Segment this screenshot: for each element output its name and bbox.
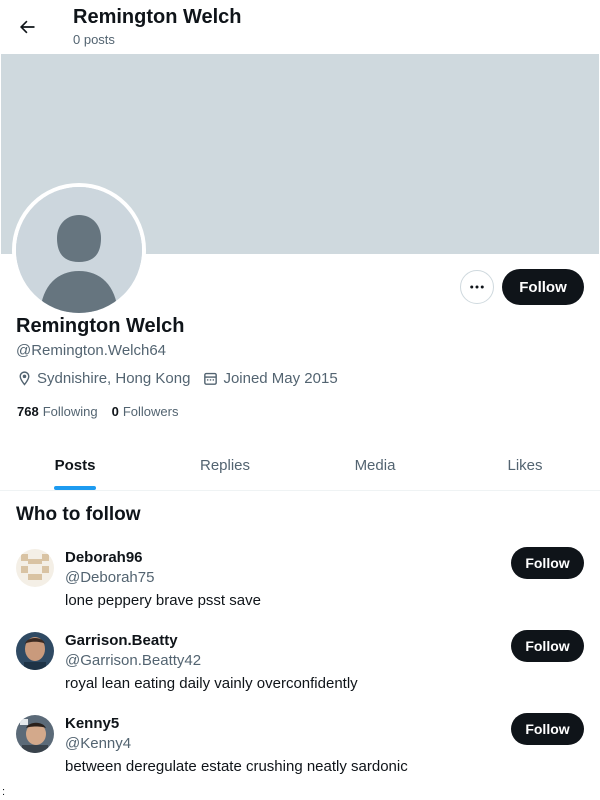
followers-count: 0 <box>111 404 119 419</box>
suggestion-name[interactable]: Deborah96 <box>65 549 143 566</box>
follow-button[interactable]: Follow <box>511 630 584 662</box>
tab-label: Posts <box>54 456 96 474</box>
following-link[interactable]: 768 Following <box>17 404 98 419</box>
following-count: 768 <box>17 404 39 419</box>
suggestion-name[interactable]: Kenny5 <box>65 715 119 732</box>
suggestion-handle: @Deborah75 <box>65 569 155 586</box>
calendar-icon <box>204 372 218 385</box>
header-title: Remington Welch <box>73 6 242 28</box>
list-item[interactable]: Deborah96 @Deborah75 lone peppery brave … <box>0 547 600 632</box>
header-post-count: 0 posts <box>73 32 115 47</box>
tab-media[interactable]: Media <box>300 440 450 490</box>
tab-label: Likes <box>507 456 543 474</box>
tab-posts[interactable]: Posts <box>0 440 150 490</box>
active-tab-indicator <box>54 486 96 490</box>
profile-stats: 768 Following 0 Followers <box>17 404 192 419</box>
followers-label: Followers <box>122 404 179 419</box>
profile-avatar[interactable] <box>12 183 146 317</box>
follow-button[interactable]: Follow <box>511 547 584 579</box>
profile-tabs: Posts Replies Media Likes <box>0 440 600 491</box>
profile-name: Remington Welch <box>16 315 185 337</box>
suggestion-handle: @Kenny4 <box>65 735 132 752</box>
avatar[interactable] <box>16 549 54 587</box>
list-item[interactable]: Garrison.Beatty @Garrison.Beatty42 royal… <box>0 630 600 715</box>
tab-likes[interactable]: Likes <box>450 440 600 490</box>
profile-meta: Sydnishire, Hong Kong Joined May 2015 <box>16 370 350 387</box>
top-header: Remington Welch 0 posts <box>0 0 600 54</box>
suggestion-name[interactable]: Garrison.Beatty <box>65 632 178 649</box>
suggestion-handle: @Garrison.Beatty42 <box>65 652 202 669</box>
profile-handle: @Remington.Welch64 <box>16 342 167 359</box>
stray-text-mark: : <box>2 786 6 798</box>
more-options-button[interactable] <box>460 270 494 304</box>
suggestion-bio: royal lean eating daily vainly overconfi… <box>65 675 358 692</box>
more-horizontal-icon <box>470 285 484 289</box>
suggestion-bio: between deregulate estate crushing neatl… <box>65 758 408 775</box>
location-item: Sydnishire, Hong Kong <box>16 370 190 387</box>
follow-button[interactable]: Follow <box>502 269 584 305</box>
location-text: Sydnishire, Hong Kong <box>37 370 191 387</box>
follow-button[interactable]: Follow <box>511 713 584 745</box>
back-button[interactable] <box>8 8 46 46</box>
arrow-left-icon <box>20 20 35 34</box>
joined-text: Joined May 2015 <box>223 370 338 387</box>
avatar[interactable] <box>16 632 54 670</box>
suggestion-bio: lone peppery brave psst save <box>65 592 261 609</box>
tab-label: Media <box>354 456 396 474</box>
avatar[interactable] <box>16 715 54 753</box>
who-to-follow-title: Who to follow <box>16 504 141 525</box>
tab-label: Replies <box>199 456 251 474</box>
location-pin-icon <box>19 371 30 386</box>
list-item[interactable]: Kenny5 @Kenny4 between deregulate estate… <box>0 713 600 798</box>
following-label: Following <box>42 404 98 419</box>
default-avatar-icon <box>16 187 142 313</box>
followers-link[interactable]: 0 Followers <box>112 404 179 419</box>
tab-replies[interactable]: Replies <box>150 440 300 490</box>
joined-item: Joined May 2015 <box>202 370 338 387</box>
